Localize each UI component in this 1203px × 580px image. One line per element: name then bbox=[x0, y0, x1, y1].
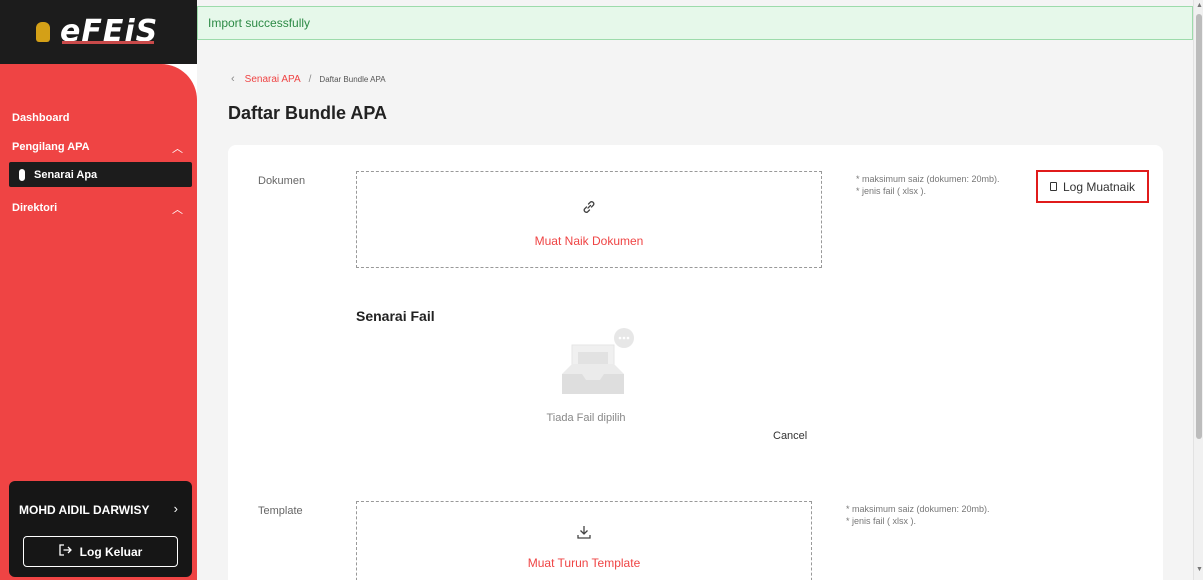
file-list-title: Senarai Fail bbox=[356, 308, 435, 324]
scroll-up-icon[interactable]: ▲ bbox=[1196, 2, 1203, 9]
download-text: Muat Turun Template bbox=[527, 556, 641, 570]
form-card: Dokumen Muat Naik Dokumen * maksimum sai… bbox=[228, 145, 1163, 580]
sidebar-item-direktori[interactable]: Direktori bbox=[12, 202, 57, 214]
sidebar-item-pengilang-apa[interactable]: Pengilang APA bbox=[12, 141, 90, 153]
user-card: MOHD AIDIL DARWISY › Log Keluar bbox=[9, 481, 192, 577]
hint-size: * maksimum saiz (dokumen: 20mb). bbox=[846, 504, 990, 514]
page-title: Daftar Bundle APA bbox=[228, 103, 388, 123]
sidebar-item-senarai-apa[interactable]: Senarai Apa bbox=[9, 162, 192, 187]
scrollbar-thumb[interactable] bbox=[1196, 14, 1202, 439]
chevron-right-icon[interactable]: › bbox=[174, 501, 178, 516]
logout-icon bbox=[59, 544, 72, 559]
dokumen-hints: * maksimum saiz (dokumen: 20mb). * jenis… bbox=[856, 173, 1000, 197]
hint-type: * jenis fail ( xlsx ). bbox=[846, 516, 917, 526]
hint-size: * maksimum saiz (dokumen: 20mb). bbox=[856, 174, 1000, 184]
breadcrumb-current: Daftar Bundle APA bbox=[319, 74, 386, 84]
chevron-up-icon[interactable]: ︿ bbox=[172, 140, 183, 156]
breadcrumb-separator: / bbox=[308, 73, 312, 85]
sidebar-item-dashboard[interactable]: Dashboard bbox=[12, 112, 69, 124]
crest-icon bbox=[36, 22, 50, 42]
clipboard-icon bbox=[1049, 182, 1057, 191]
toast-message: Import successfully bbox=[208, 16, 311, 30]
log-muatnaik-button[interactable]: Log Muatnaik bbox=[1036, 170, 1149, 203]
back-icon[interactable]: ‹ bbox=[231, 73, 235, 85]
template-label: Template bbox=[258, 505, 303, 517]
logo-bar: eFEiS bbox=[0, 0, 197, 64]
download-icon bbox=[357, 524, 811, 545]
dokumen-label: Dokumen bbox=[258, 175, 306, 187]
upload-text: Muat Naik Dokumen bbox=[534, 234, 644, 248]
main-content: Import successfully ‹ Senarai APA / Daft… bbox=[197, 0, 1193, 580]
logout-button[interactable]: Log Keluar bbox=[23, 536, 178, 567]
cancel-button[interactable]: Cancel bbox=[773, 430, 807, 442]
logout-label: Log Keluar bbox=[79, 544, 143, 559]
success-toast: Import successfully bbox=[197, 6, 1193, 40]
upload-dropzone[interactable]: Muat Naik Dokumen bbox=[356, 171, 822, 268]
scroll-down-icon[interactable]: ▼ bbox=[1196, 566, 1203, 573]
link-icon bbox=[357, 199, 821, 220]
hint-type: * jenis fail ( xlsx ). bbox=[856, 186, 927, 196]
log-button-label: Log Muatnaik bbox=[1062, 179, 1136, 194]
document-icon bbox=[19, 168, 25, 181]
user-name[interactable]: MOHD AIDIL DARWISY bbox=[19, 503, 149, 517]
download-template-zone[interactable]: Muat Turun Template bbox=[356, 501, 812, 580]
breadcrumb-parent-link[interactable]: Senarai APA bbox=[245, 74, 301, 85]
empty-inbox-icon bbox=[558, 328, 642, 400]
breadcrumb: ‹ Senarai APA / Daftar Bundle APA bbox=[231, 73, 386, 85]
vertical-scrollbar[interactable]: ▲ ▼ bbox=[1193, 0, 1203, 580]
chevron-up-icon[interactable]: ︿ bbox=[172, 201, 183, 217]
sidebar: eFEiS Dashboard Pengilang APA ︿ Senarai … bbox=[0, 0, 197, 580]
logo-underline bbox=[62, 41, 154, 44]
template-hints: * maksimum saiz (dokumen: 20mb). * jenis… bbox=[846, 503, 990, 527]
sidebar-item-label: Senarai Apa bbox=[34, 168, 98, 181]
empty-state-text: Tiada Fail dipilih bbox=[546, 412, 626, 424]
